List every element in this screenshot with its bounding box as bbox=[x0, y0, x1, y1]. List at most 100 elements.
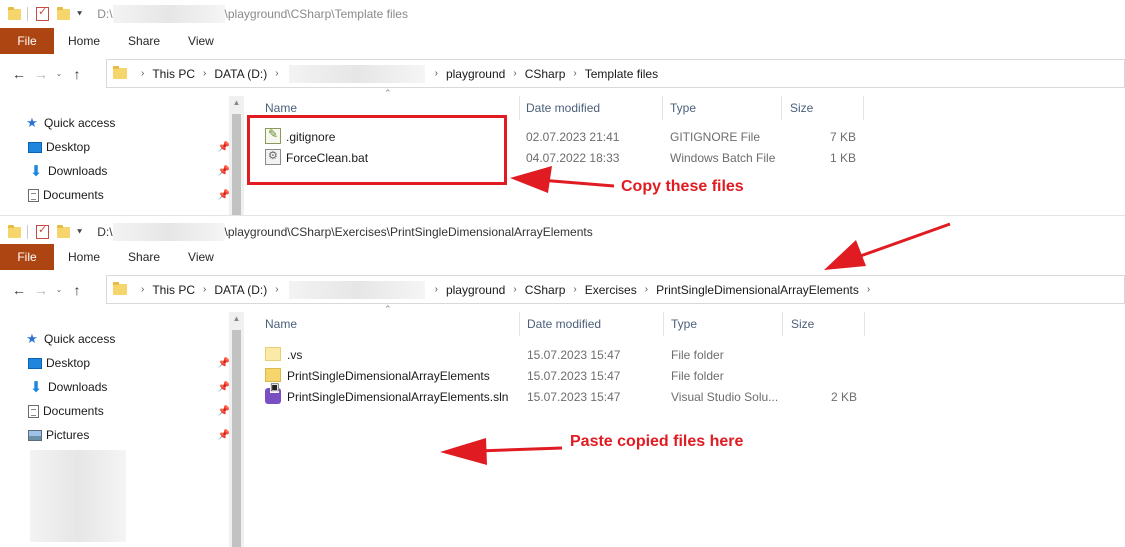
sidebar-item-documents[interactable]: Documents 📌 bbox=[28, 184, 236, 206]
column-size[interactable]: Size bbox=[791, 317, 814, 331]
column-divider[interactable] bbox=[662, 96, 663, 120]
sidebar-item-label: Desktop bbox=[46, 140, 91, 154]
tab-share[interactable]: Share bbox=[114, 244, 174, 270]
chevron-right-icon[interactable]: › bbox=[569, 68, 580, 79]
column-type[interactable]: Type bbox=[670, 101, 696, 115]
navigation-bar: ← → ⌄ ↑ › This PC › DATA (D:) › › playgr… bbox=[0, 59, 1125, 88]
chevron-right-icon[interactable]: › bbox=[509, 68, 520, 79]
redacted-breadcrumb bbox=[288, 64, 425, 83]
address-bar[interactable]: › This PC › DATA (D:) › › playground › C… bbox=[106, 275, 1125, 304]
breadcrumb-this-pc[interactable]: This PC bbox=[148, 283, 199, 297]
sidebar-item-label: Desktop bbox=[46, 356, 91, 370]
back-arrow-icon[interactable]: ← bbox=[8, 282, 30, 298]
scrollbar-thumb[interactable] bbox=[232, 330, 241, 547]
breadcrumb-this-pc[interactable]: This PC bbox=[148, 67, 199, 81]
column-date-modified[interactable]: Date modified bbox=[526, 101, 600, 115]
sort-ascending-icon: ⌃ bbox=[384, 88, 392, 98]
download-icon: ⬇ bbox=[29, 379, 43, 396]
breadcrumb-csharp[interactable]: CSharp bbox=[521, 283, 570, 297]
navigation-pane: ★ Quick access Desktop 📌 ⬇ Downloads 📌 D… bbox=[0, 312, 245, 547]
folder-icon[interactable] bbox=[8, 224, 21, 238]
chevron-right-icon[interactable]: › bbox=[509, 284, 520, 295]
file-date: 15.07.2023 15:47 bbox=[527, 389, 621, 404]
sidebar-item-documents[interactable]: Documents 📌 bbox=[28, 400, 236, 422]
file-row-project-folder[interactable]: PrintSingleDimensionalArrayElements 15.0… bbox=[257, 365, 877, 386]
chevron-right-icon[interactable]: › bbox=[199, 68, 210, 79]
desktop-icon bbox=[28, 141, 42, 153]
column-name[interactable]: Name bbox=[265, 101, 297, 115]
tab-home[interactable]: Home bbox=[54, 28, 114, 54]
up-arrow-icon[interactable]: ↑ bbox=[66, 66, 88, 82]
column-divider[interactable] bbox=[519, 312, 520, 336]
file-type: Windows Batch File bbox=[670, 150, 776, 165]
breadcrumb-playground[interactable]: playground bbox=[442, 67, 509, 81]
scroll-up-icon[interactable]: ▲ bbox=[229, 96, 244, 107]
sidebar-item-desktop[interactable]: Desktop 📌 bbox=[28, 352, 236, 374]
file-name: PrintSingleDimensionalArrayElements.sln bbox=[287, 389, 509, 404]
recent-locations-icon[interactable]: ⌄ bbox=[52, 69, 66, 78]
tab-share[interactable]: Share bbox=[114, 28, 174, 54]
tab-file[interactable]: File bbox=[0, 244, 54, 270]
customize-toolbar-icon[interactable]: ⯆ bbox=[76, 9, 83, 20]
file-row-vs[interactable]: .vs 15.07.2023 15:47 File folder bbox=[257, 344, 877, 365]
up-arrow-icon[interactable]: ↑ bbox=[66, 282, 88, 298]
sidebar-item-downloads[interactable]: ⬇ Downloads 📌 bbox=[28, 376, 236, 398]
file-row-solution[interactable]: PrintSingleDimensionalArrayElements.sln … bbox=[257, 383, 877, 407]
tab-file[interactable]: File bbox=[0, 28, 54, 54]
sidebar-item-downloads[interactable]: ⬇ Downloads 📌 bbox=[28, 160, 236, 182]
sidebar-item-pictures[interactable]: Pictures 📌 bbox=[28, 424, 236, 446]
scroll-up-icon[interactable]: ▲ bbox=[229, 312, 244, 323]
breadcrumb-data-drive[interactable]: DATA (D:) bbox=[210, 67, 271, 81]
column-divider[interactable] bbox=[519, 96, 520, 120]
breadcrumb-csharp[interactable]: CSharp bbox=[521, 67, 570, 81]
tab-home[interactable]: Home bbox=[54, 244, 114, 270]
properties-icon[interactable] bbox=[36, 223, 49, 239]
breadcrumb-data-drive[interactable]: DATA (D:) bbox=[210, 283, 271, 297]
address-bar[interactable]: › This PC › DATA (D:) › › playground › C… bbox=[106, 59, 1125, 88]
chevron-right-icon[interactable]: › bbox=[431, 284, 442, 295]
column-name[interactable]: Name bbox=[265, 317, 297, 331]
sidebar-item-desktop[interactable]: Desktop 📌 bbox=[28, 136, 236, 158]
customize-toolbar-icon[interactable]: ⯆ bbox=[76, 227, 83, 238]
properties-icon[interactable] bbox=[36, 5, 49, 21]
chevron-right-icon[interactable]: › bbox=[863, 284, 874, 295]
scrollbar-thumb[interactable] bbox=[232, 114, 241, 215]
sidebar-scrollbar[interactable]: ▲ bbox=[229, 312, 244, 547]
column-date-modified[interactable]: Date modified bbox=[527, 317, 601, 331]
breadcrumb-print-array-elements[interactable]: PrintSingleDimensionalArrayElements bbox=[652, 283, 863, 297]
chevron-right-icon[interactable]: › bbox=[271, 68, 282, 79]
column-divider[interactable] bbox=[663, 312, 664, 336]
breadcrumb-exercises[interactable]: Exercises bbox=[581, 283, 641, 297]
chevron-right-icon[interactable]: › bbox=[569, 284, 580, 295]
tab-view[interactable]: View bbox=[174, 244, 228, 270]
column-divider[interactable] bbox=[863, 96, 864, 120]
column-divider[interactable] bbox=[781, 96, 782, 120]
sidebar-item-quick-access[interactable]: ★ Quick access bbox=[24, 112, 232, 134]
column-divider[interactable] bbox=[864, 312, 865, 336]
chevron-right-icon[interactable]: › bbox=[199, 284, 210, 295]
chevron-right-icon[interactable]: › bbox=[271, 284, 282, 295]
chevron-right-icon[interactable]: › bbox=[137, 284, 148, 295]
file-type: GITIGNORE File bbox=[670, 129, 761, 144]
sidebar-item-quick-access[interactable]: ★ Quick access bbox=[24, 328, 232, 350]
title-bar: ⯆ D:\ \playground\CSharp\Exercises\Print… bbox=[0, 218, 1125, 246]
chevron-right-icon[interactable]: › bbox=[641, 284, 652, 295]
folder-icon[interactable] bbox=[8, 6, 21, 20]
tab-view[interactable]: View bbox=[174, 28, 228, 54]
column-type[interactable]: Type bbox=[671, 317, 697, 331]
title-bar: ⯆ D:\ \playground\CSharp\Template files bbox=[0, 0, 1125, 28]
recent-locations-icon[interactable]: ⌄ bbox=[52, 285, 66, 294]
new-folder-icon[interactable] bbox=[57, 224, 70, 238]
chevron-right-icon[interactable]: › bbox=[431, 68, 442, 79]
forward-arrow-icon[interactable]: → bbox=[30, 66, 52, 82]
new-folder-icon[interactable] bbox=[57, 6, 70, 20]
column-size[interactable]: Size bbox=[790, 101, 813, 115]
column-divider[interactable] bbox=[782, 312, 783, 336]
back-arrow-icon[interactable]: ← bbox=[8, 66, 30, 82]
forward-arrow-icon[interactable]: → bbox=[30, 282, 52, 298]
sidebar-scrollbar[interactable]: ▲ bbox=[229, 96, 244, 215]
chevron-right-icon[interactable]: › bbox=[137, 68, 148, 79]
breadcrumb-template-files[interactable]: Template files bbox=[581, 67, 662, 81]
breadcrumb-playground[interactable]: playground bbox=[442, 283, 509, 297]
file-size: 2 KB bbox=[830, 389, 857, 404]
